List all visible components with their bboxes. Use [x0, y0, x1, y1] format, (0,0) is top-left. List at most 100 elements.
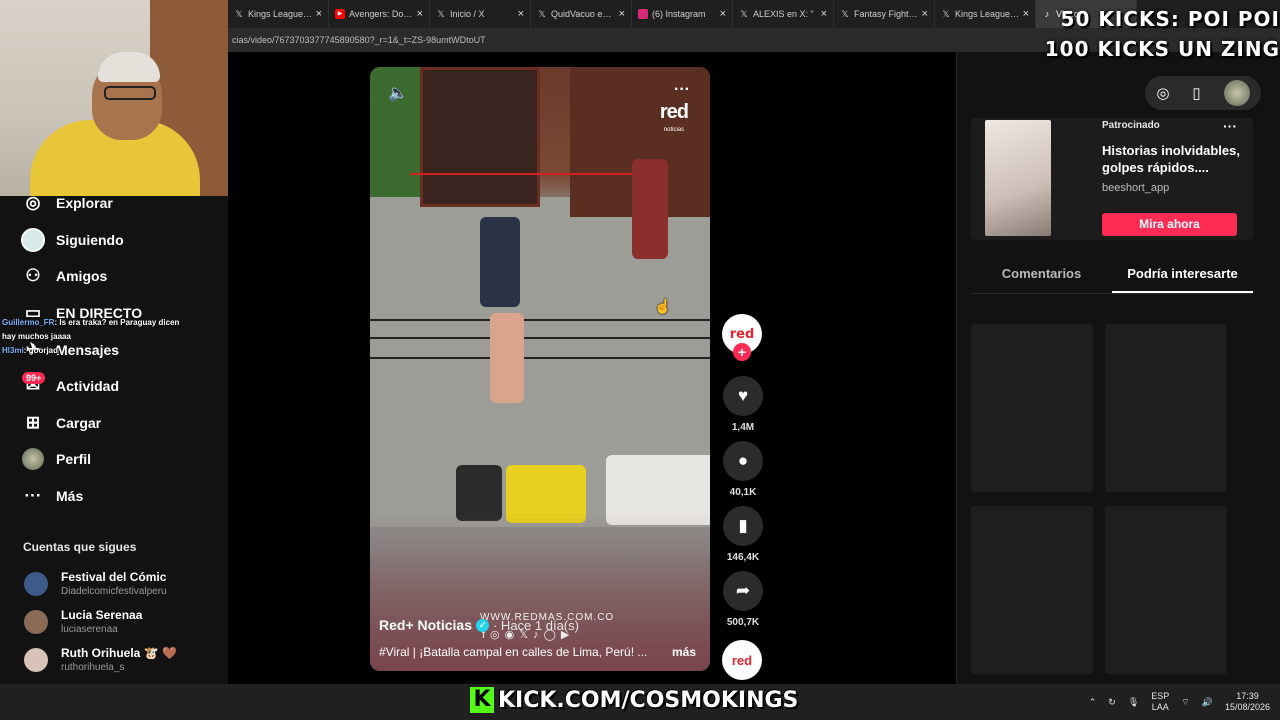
person-figure: [632, 159, 668, 259]
clock[interactable]: 17:39 15/08/2026: [1225, 691, 1270, 713]
ad-cta-button[interactable]: Mira ahora: [1102, 213, 1237, 236]
x-logo-icon: 𝕏: [942, 9, 950, 19]
compass-icon: ◎: [25, 193, 41, 212]
suggested-video-placeholder[interactable]: [971, 324, 1093, 492]
more-options-icon[interactable]: ···: [674, 81, 690, 99]
stream-chat-overlay: Guillermo_FR: Is era traka? en Paraguay …: [2, 316, 242, 358]
x-logo-icon: 𝕏: [437, 9, 445, 19]
close-tab-icon[interactable]: ×: [518, 8, 524, 20]
browser-tab[interactable]: 𝕏 QuidVacuo en X: ×: [531, 0, 632, 28]
verified-icon: ✓: [475, 618, 489, 632]
tab-comentarios[interactable]: Comentarios: [971, 260, 1112, 293]
friends-icon: ⚇: [25, 266, 41, 285]
suggested-video-placeholder[interactable]: [1105, 324, 1227, 492]
like-button[interactable]: ♥ 1,4M: [722, 376, 764, 433]
chat-message: hay muchos jaaaa: [2, 332, 71, 341]
channel-logo: red noticias: [659, 101, 689, 133]
chat-message: Guillermo_FR: Is era traka? en Paraguay …: [2, 318, 180, 327]
close-tab-icon[interactable]: ×: [1023, 8, 1029, 20]
upload-icon: ⊞: [25, 413, 41, 432]
system-tray: ⌃ ↻ 🎙 ESP LAA ⌔ 🔊 17:39 15/08/2026: [1077, 691, 1270, 713]
microphone-icon[interactable]: 🎙: [1128, 697, 1139, 708]
close-tab-icon[interactable]: ×: [316, 8, 322, 20]
ad-sponsored-label: Patrocinado: [1102, 120, 1160, 131]
sidebar-item-siguiendo[interactable]: Siguiendo: [20, 227, 124, 253]
close-tab-icon[interactable]: ×: [417, 8, 423, 20]
sidebar-item-amigos[interactable]: ⚇ Amigos: [20, 263, 107, 289]
profile-icon: [20, 446, 46, 472]
comment-button[interactable]: ● 40,1K: [722, 441, 764, 498]
taskbar: K KICK.COM/COSMOKINGS ⌃ ↻ 🎙 ESP LAA ⌔ 🔊 1…: [0, 684, 1280, 720]
profile-avatar[interactable]: [1223, 80, 1250, 106]
avatar: [24, 647, 48, 672]
browser-tab[interactable]: 𝕏 Kings League Op ×: [228, 0, 329, 28]
sidebar-item-cargar[interactable]: ⊞ Cargar: [20, 410, 101, 436]
more-icon: ···: [24, 486, 42, 505]
video-caption: #Viral | ¡Batalla campal en calles de Li…: [379, 645, 648, 659]
language-indicator[interactable]: ESP LAA: [1151, 691, 1169, 713]
browser-tab[interactable]: 𝕏 Kings League Op ×: [935, 0, 1036, 28]
tab-podria-interesarte[interactable]: Podría interesarte: [1112, 260, 1253, 293]
activity-badge: 99+: [22, 372, 46, 384]
close-tab-icon[interactable]: ×: [720, 8, 726, 20]
video-player[interactable]: 🔈 ··· red noticias WWW.REDMAS.COM.CO f◎◉𝕏…: [370, 67, 710, 671]
volume-icon[interactable]: 🔈: [388, 83, 408, 103]
save-button[interactable]: ▮ 146,4K: [722, 506, 764, 563]
browser-tab[interactable]: (6) Instagram ×: [632, 0, 733, 28]
compass-icon[interactable]: ◎: [1156, 84, 1169, 102]
chat-message: Hl3mi: goorjad: [2, 346, 59, 355]
right-panel: ◎ ▯ Patrocinado ··· Historias inolvidabl…: [956, 52, 1280, 684]
sidebar-item-explorar[interactable]: ◎ Explorar: [20, 190, 113, 216]
person-figure: [480, 217, 520, 307]
avatar: [24, 571, 48, 596]
network-icon[interactable]: ↻: [1108, 697, 1116, 708]
avatar: [24, 609, 48, 634]
following-icon: [20, 227, 46, 253]
bookmark-icon: ▮: [723, 506, 763, 546]
comment-icon: ●: [723, 441, 763, 481]
share-button[interactable]: ➦ 500,7K: [722, 571, 764, 628]
kicks-overlay: 50 KICKS: POI POI 100 KICKS UN ZING: [1044, 7, 1280, 61]
mobile-icon[interactable]: ▯: [1192, 84, 1200, 102]
sound-disc[interactable]: red: [722, 640, 762, 680]
ad-title: Historias inolvidables, golpes rápidos..…: [1102, 143, 1240, 175]
sidebar: ◎ Explorar Siguiendo ⚇ Amigos ▭ EN DIRECTO …: [0, 193, 228, 684]
browser-tab[interactable]: ▶ Avengers: Dooms ×: [329, 0, 430, 28]
browser-tab[interactable]: 𝕏 ALEXIS en X: " ×: [733, 0, 834, 28]
browser-tab[interactable]: 𝕏 Fantasy Fight Nig ×: [834, 0, 935, 28]
suggested-video-placeholder[interactable]: [1105, 506, 1227, 674]
wifi-icon[interactable]: ⌔: [1181, 697, 1189, 708]
x-logo-icon: 𝕏: [841, 9, 849, 19]
chevron-up-icon[interactable]: ⌃: [1089, 697, 1097, 708]
follow-button[interactable]: +: [733, 343, 751, 361]
video-author[interactable]: Red+ Noticias ✓ · Hace 1 día(s): [379, 617, 579, 633]
sidebar-item-mas[interactable]: ··· Más: [20, 483, 84, 509]
following-account[interactable]: Lucia Serenaa luciaserenaa: [24, 608, 142, 635]
share-icon: ➦: [723, 571, 763, 611]
x-logo-icon: 𝕏: [538, 9, 546, 19]
kick-logo-icon: K: [470, 687, 494, 713]
x-logo-icon: 𝕏: [740, 9, 748, 19]
ad-thumbnail[interactable]: [985, 120, 1051, 236]
webcam-feed: [0, 0, 228, 196]
ad-more-icon[interactable]: ···: [1223, 118, 1237, 134]
following-account[interactable]: Ruth Orihuela 🐮 🤎 ruthorihuela_s: [24, 646, 177, 673]
heart-icon: ♥: [723, 376, 763, 416]
youtube-icon: ▶: [335, 9, 345, 19]
mouse-cursor-icon: ☝: [654, 298, 672, 314]
ad-handle: beeshort_app: [1102, 182, 1170, 194]
caption-more-link[interactable]: más: [672, 645, 696, 659]
close-tab-icon[interactable]: ×: [619, 8, 625, 20]
instagram-icon: [638, 9, 648, 19]
close-tab-icon[interactable]: ×: [821, 8, 827, 20]
following-account[interactable]: Festival del Cómic Diadelcomicfestivalper…: [24, 570, 167, 597]
top-actions: ◎ ▯: [1145, 76, 1261, 110]
browser-tab[interactable]: 𝕏 Inicio / X ×: [430, 0, 531, 28]
suggested-video-placeholder[interactable]: [971, 506, 1093, 674]
volume-icon[interactable]: 🔊: [1202, 697, 1213, 708]
x-logo-icon: 𝕏: [235, 9, 243, 19]
close-tab-icon[interactable]: ×: [922, 8, 928, 20]
sidebar-item-perfil[interactable]: Perfil: [20, 446, 91, 472]
person-figure: [490, 313, 524, 403]
right-tabs: Comentarios Podría interesarte: [971, 260, 1253, 294]
